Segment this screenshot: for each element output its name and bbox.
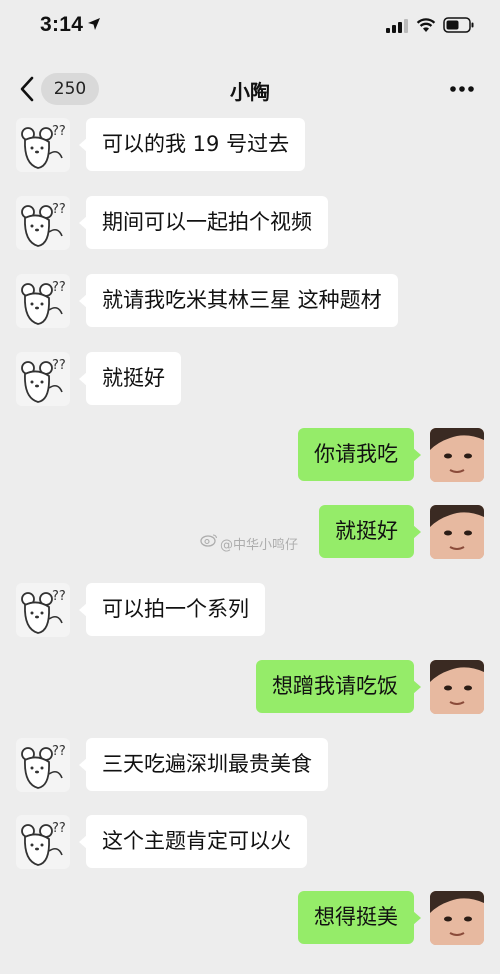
svg-text:??: ?? bbox=[52, 821, 66, 836]
message-bubble[interactable]: 可以的我 19 号过去 bbox=[78, 118, 306, 171]
message-bubble[interactable]: 你请我吃 bbox=[298, 428, 421, 481]
svg-text:??: ?? bbox=[52, 202, 66, 217]
contact-avatar[interactable]: ?? bbox=[16, 352, 70, 406]
svg-text:??: ?? bbox=[52, 358, 66, 373]
mouse-avatar-icon: ?? bbox=[16, 738, 70, 792]
user-avatar[interactable] bbox=[430, 660, 484, 714]
more-options-icon[interactable] bbox=[449, 85, 475, 93]
contact-avatar[interactable]: ?? bbox=[16, 118, 70, 172]
mouse-avatar-icon: ?? bbox=[16, 583, 70, 637]
mouse-avatar-icon: ?? bbox=[16, 118, 70, 172]
wifi-icon bbox=[416, 18, 436, 32]
cellular-signal-icon bbox=[386, 19, 408, 33]
battery-icon bbox=[443, 17, 474, 33]
message-bubble[interactable]: 期间可以一起拍个视频 bbox=[79, 196, 328, 249]
user-avatar[interactable] bbox=[430, 428, 484, 482]
mouse-avatar-icon: ?? bbox=[16, 815, 70, 869]
user-avatar[interactable] bbox=[430, 891, 484, 945]
child-face-avatar-icon bbox=[430, 505, 484, 559]
child-face-avatar-icon bbox=[430, 428, 484, 482]
mouse-avatar-icon: ?? bbox=[16, 352, 70, 406]
contact-avatar[interactable]: ?? bbox=[16, 274, 70, 328]
svg-text:??: ?? bbox=[52, 124, 66, 139]
message-bubble[interactable]: 就请我吃米其林三星 这种题材 bbox=[79, 274, 398, 327]
contact-avatar[interactable]: ?? bbox=[16, 583, 70, 637]
message-bubble[interactable]: 就挺好 bbox=[319, 505, 421, 558]
mouse-avatar-icon: ?? bbox=[16, 196, 70, 250]
contact-avatar[interactable]: ?? bbox=[16, 815, 70, 869]
message-bubble[interactable]: 三天吃遍深圳最贵美食 bbox=[79, 738, 328, 791]
mouse-avatar-icon: ?? bbox=[16, 274, 70, 328]
message-bubble[interactable]: 这个主题肯定可以火 bbox=[79, 815, 307, 868]
chat-title: 小陶 bbox=[230, 80, 270, 104]
child-face-avatar-icon bbox=[430, 660, 484, 714]
chat-header: 250 小陶 bbox=[0, 60, 500, 120]
message-bubble[interactable]: 可以拍一个系列 bbox=[79, 583, 265, 636]
status-bar: 3:14 bbox=[0, 0, 500, 52]
svg-text:??: ?? bbox=[52, 744, 66, 759]
svg-text:??: ?? bbox=[52, 280, 66, 295]
message-bubble[interactable]: 想得挺美 bbox=[298, 891, 421, 944]
child-face-avatar-icon bbox=[430, 891, 484, 945]
status-time: 3:14 bbox=[40, 13, 84, 36]
svg-text:??: ?? bbox=[52, 589, 66, 604]
weibo-icon bbox=[200, 534, 218, 547]
watermark-text: @中华小鸣仔 bbox=[220, 538, 299, 553]
contact-avatar[interactable]: ?? bbox=[16, 196, 70, 250]
message-bubble[interactable]: 就挺好 bbox=[79, 352, 181, 405]
contact-avatar[interactable]: ?? bbox=[16, 738, 70, 792]
message-bubble[interactable]: 想蹭我请吃饭 bbox=[256, 660, 421, 713]
user-avatar[interactable] bbox=[430, 505, 484, 559]
location-arrow-icon bbox=[88, 18, 100, 30]
